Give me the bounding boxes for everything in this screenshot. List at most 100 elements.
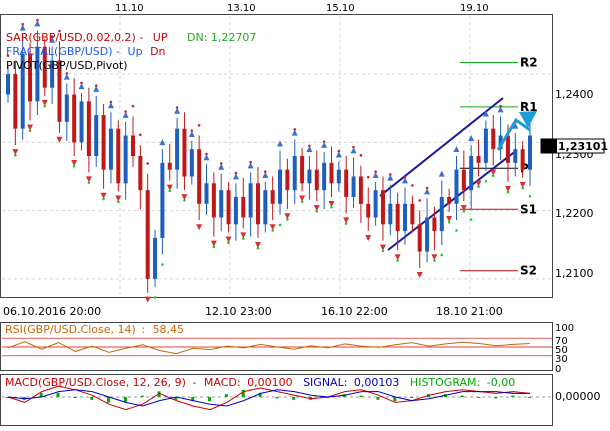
macd-histogram-bar bbox=[275, 397, 279, 399]
candle-body bbox=[403, 203, 408, 232]
candle-body bbox=[461, 169, 466, 191]
sar-legend-label: SAR(GBP/USD,0.02,0.2) - bbox=[6, 31, 143, 44]
candle-body bbox=[248, 183, 253, 218]
rsi-tick: 0 bbox=[555, 364, 561, 375]
sar-dot bbox=[278, 223, 282, 227]
current-price-label: 1,23101 bbox=[558, 140, 608, 153]
macd-histogram-bar bbox=[56, 392, 60, 397]
sar-dot bbox=[153, 296, 157, 299]
sar-dot bbox=[161, 263, 164, 266]
candle-body bbox=[197, 149, 202, 204]
candle-body bbox=[233, 196, 238, 225]
candle-body bbox=[123, 135, 128, 184]
pivot-label: S1 bbox=[520, 202, 537, 216]
macd-legend-label: MACD(GBP/USD.Close, 12, 26, 9) bbox=[5, 376, 186, 389]
candle-body bbox=[270, 190, 275, 204]
fractal-legend-dn: Dn bbox=[150, 45, 165, 58]
rsi-legend-value: 58,45 bbox=[153, 323, 185, 336]
y-tick: 1,2200 bbox=[555, 207, 594, 220]
fractal-legend-label: FRACTAL(GBP/USD) - bbox=[6, 45, 120, 58]
macd-legend-name: MACD: bbox=[204, 376, 241, 389]
candle-body bbox=[513, 149, 518, 163]
candle-body bbox=[307, 169, 312, 184]
sar-dot bbox=[131, 104, 135, 108]
macd-histogram-bar bbox=[511, 395, 515, 397]
candle-body bbox=[410, 203, 415, 225]
sar-dot bbox=[359, 154, 363, 157]
macd-legend: MACD(GBP/USD.Close, 12, 26, 9) - MACD: 0… bbox=[5, 376, 515, 389]
sar-dot bbox=[411, 184, 414, 187]
hist-legend-name: HISTOGRAM: bbox=[410, 376, 480, 389]
macd-histogram-bar bbox=[140, 395, 144, 397]
sar-dot bbox=[139, 133, 142, 137]
candle-body bbox=[425, 217, 430, 252]
candle-body bbox=[167, 162, 172, 170]
candle-body bbox=[491, 128, 496, 150]
rsi-legend-label: RSI(GBP/USD.Close, 14) bbox=[5, 323, 136, 336]
candle-body bbox=[358, 176, 363, 204]
sar-dot bbox=[197, 123, 201, 127]
candle-body bbox=[79, 101, 84, 143]
sar-dot bbox=[528, 194, 532, 198]
candle-body bbox=[292, 156, 297, 191]
candle-body bbox=[130, 135, 135, 156]
macd-histogram-bar bbox=[494, 397, 498, 399]
macd-legend-value: 0,00100 bbox=[247, 376, 293, 389]
candle-body bbox=[175, 128, 180, 170]
macd-histogram-bar bbox=[359, 395, 363, 397]
fractal-legend-up: Up bbox=[128, 45, 143, 58]
macd-histogram-bar bbox=[224, 394, 228, 397]
candle-body bbox=[388, 203, 393, 225]
bottom-date-label: 18.10 21:00 bbox=[436, 305, 503, 318]
bottom-date-labels: 06.10.2016 20:00 12.10 23:00 16.10 22:00… bbox=[3, 305, 503, 318]
candle-body bbox=[204, 183, 209, 204]
y-tick: 1,2400 bbox=[555, 88, 594, 101]
top-date-label: 15.10 bbox=[326, 3, 355, 14]
macd-tick: 0,00000 bbox=[555, 390, 601, 403]
signal-legend-value: 0,00103 bbox=[354, 376, 400, 389]
candle-body bbox=[219, 190, 224, 218]
candle-body bbox=[344, 169, 349, 197]
rsi-tick: 100 bbox=[555, 323, 574, 334]
candle-body bbox=[153, 237, 158, 279]
candle-body bbox=[432, 217, 437, 232]
candle-body bbox=[380, 190, 385, 225]
rsi-axis: 100 70 50 30 0 bbox=[555, 323, 574, 375]
candle-body bbox=[417, 224, 422, 252]
bottom-date-label: 12.10 23:00 bbox=[205, 305, 272, 318]
macd-histogram-bar bbox=[460, 395, 464, 397]
sar-dot bbox=[146, 162, 149, 165]
candle-body bbox=[108, 128, 113, 170]
macd-histogram-bar bbox=[376, 397, 380, 400]
pivot-label: R2 bbox=[520, 55, 538, 69]
sar-dot bbox=[484, 179, 488, 183]
candle-body bbox=[255, 183, 260, 225]
hist-legend-value: -0,00 bbox=[487, 376, 515, 389]
candle-body bbox=[86, 101, 91, 156]
candle-body bbox=[241, 196, 246, 218]
current-price-marker: 1,23101 bbox=[540, 138, 608, 154]
candle-body bbox=[395, 203, 400, 232]
sar-dot bbox=[366, 175, 370, 179]
candle-body bbox=[483, 128, 488, 163]
candle-body bbox=[351, 176, 356, 197]
pivot-label: S2 bbox=[520, 264, 537, 278]
candle-body bbox=[145, 190, 150, 279]
candle-body bbox=[13, 74, 18, 129]
candle-body bbox=[138, 156, 143, 191]
candle-body bbox=[366, 203, 371, 218]
price-chart[interactable]: 11.10 13.10 15.10 19.10 R2R1PS1S2 1,2400… bbox=[0, 0, 610, 427]
fractal-dn-value: DN: 1,22707 bbox=[187, 31, 256, 44]
sar-dot bbox=[455, 229, 458, 232]
candle-body bbox=[278, 169, 283, 204]
macd-histogram-bar bbox=[90, 397, 94, 400]
candle-body bbox=[322, 162, 327, 191]
macd-histogram-bar bbox=[208, 397, 212, 402]
top-date-label: 11.10 bbox=[115, 3, 144, 14]
candle-body bbox=[469, 156, 474, 191]
candle-body bbox=[505, 135, 510, 163]
candle-body bbox=[101, 115, 106, 170]
candle-body bbox=[520, 149, 525, 170]
chart-window: 11.10 13.10 15.10 19.10 R2R1PS1S2 1,2400… bbox=[0, 0, 610, 427]
svg-text:FRACTAL(GBP/USD) - Up: FRACTAL(GBP/USD) - Up Dn bbox=[6, 45, 166, 58]
